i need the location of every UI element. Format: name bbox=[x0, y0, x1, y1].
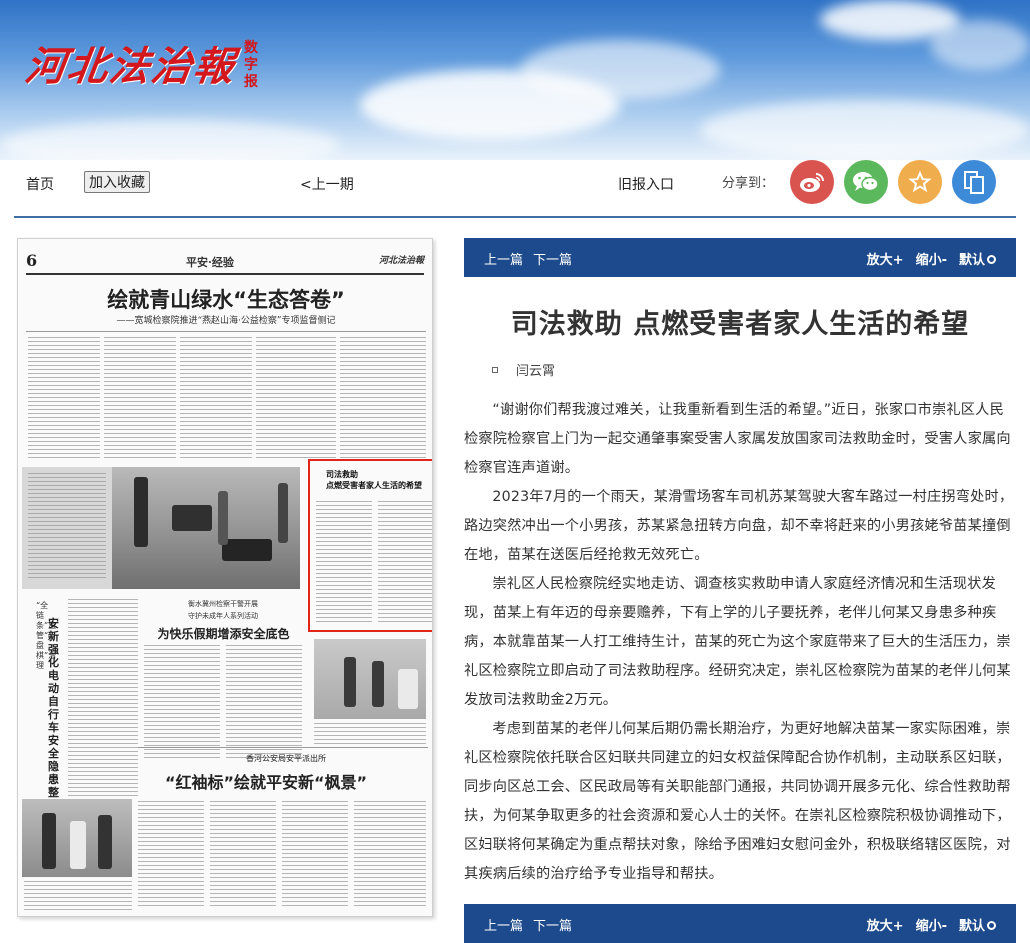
paper-text-column bbox=[24, 881, 132, 911]
paper-text-column bbox=[226, 645, 302, 761]
photo-figure bbox=[98, 815, 112, 869]
paper-photo bbox=[22, 467, 300, 589]
wechat-icon bbox=[853, 172, 879, 192]
paper-bottom-title[interactable]: “红袖标”绘就平安新“枫景” bbox=[58, 769, 432, 793]
paper-photo-2 bbox=[314, 639, 426, 719]
paper-bottom-small: 香河公安局安平派出所 bbox=[246, 754, 326, 763]
paper-text-column bbox=[256, 337, 336, 459]
paper-text-column bbox=[180, 337, 252, 459]
prev-issue-link[interactable]: <上一期 bbox=[300, 174, 354, 194]
copy-icon bbox=[964, 171, 984, 194]
photo-figure bbox=[218, 491, 228, 545]
share-favorite-button[interactable] bbox=[898, 160, 942, 204]
paper-text-column bbox=[340, 337, 426, 459]
share-copy-button[interactable] bbox=[952, 160, 996, 204]
reset-circle-icon bbox=[987, 921, 996, 930]
highlight-title: 司法救助 点燃受害者家人生活的希望 bbox=[326, 469, 422, 490]
default-size-button[interactable]: 默认 bbox=[959, 915, 996, 934]
next-article-link[interactable]: 下一篇 bbox=[533, 915, 572, 934]
logo-subtext: 数字报 bbox=[244, 40, 258, 90]
paper-divider bbox=[138, 747, 428, 748]
star-icon bbox=[908, 170, 932, 193]
photo-caption-box bbox=[22, 467, 112, 589]
paper-mid-small: 衡水冀州检察干警开展 bbox=[188, 600, 258, 608]
photo-figure bbox=[222, 539, 272, 561]
paper-text-column bbox=[138, 801, 204, 909]
weibo-icon bbox=[800, 173, 824, 192]
prev-article-link[interactable]: 上一篇 bbox=[484, 915, 523, 934]
paper-text-column bbox=[282, 801, 348, 909]
author-icon bbox=[492, 366, 498, 373]
paper-text-column bbox=[104, 337, 176, 459]
cloud-decoration bbox=[520, 40, 720, 100]
paper-headline[interactable]: 绘就青山绿水“生态答卷” bbox=[18, 284, 432, 314]
paper-text-column bbox=[210, 801, 276, 909]
paper-text-column bbox=[144, 645, 220, 761]
article-toolbar-bottom: 上一篇 下一篇 放大+ 缩小- 默认 bbox=[464, 904, 1016, 943]
article-paragraph: 2023年7月的一个雨天，某滑雪场客车司机苏某驾驶大客车路过一村庄拐弯处时，路边… bbox=[464, 489, 1014, 563]
photo-figure bbox=[344, 657, 356, 707]
paper-text-column bbox=[316, 501, 372, 625]
next-article-link[interactable]: 下一篇 bbox=[533, 249, 572, 268]
paper-text-column bbox=[28, 337, 100, 459]
newspaper-page-thumbnail[interactable]: 6 平安·经验 河北法治報 绘就青山绿水“生态答卷” ——宽城检察院推进“燕赵山… bbox=[17, 238, 433, 917]
reset-circle-icon bbox=[987, 255, 996, 264]
photo-figure bbox=[42, 813, 56, 869]
paper-text-column bbox=[354, 801, 426, 909]
paper-header: 6 平安·经验 河北法治報 bbox=[26, 249, 424, 275]
share-label: 分享到： bbox=[722, 176, 775, 191]
share-weibo-button[interactable] bbox=[790, 160, 834, 204]
archive-link[interactable]: 旧报入口 bbox=[618, 174, 674, 194]
photo-figure bbox=[134, 477, 148, 547]
site-logo[interactable]: 河北法治報 数字报 bbox=[22, 34, 262, 92]
masthead-banner: 河北法治報 数字报 bbox=[0, 0, 1030, 160]
prev-article-link[interactable]: 上一篇 bbox=[484, 249, 523, 268]
cloud-decoration bbox=[0, 120, 340, 160]
paper-subheadline: ——宽城检察院推进“燕赵山海·公益检察”专项监督侧记 bbox=[116, 316, 336, 326]
article-title: 司法救助 点燃受害者家人生活的希望 bbox=[510, 309, 970, 340]
nav-divider bbox=[14, 216, 1016, 218]
article-paragraph: “谢谢你们帮我渡过难关，让我重新看到生活的希望。”近日，张家口市崇礼区人民检察院… bbox=[464, 402, 1011, 476]
paper-section: 平安·经验 bbox=[186, 256, 234, 269]
share-wechat-button[interactable] bbox=[844, 160, 888, 204]
article-author: 闫云霄 bbox=[492, 360, 555, 379]
logo-text: 河北法治報 bbox=[22, 43, 239, 90]
home-link[interactable]: 首页 bbox=[26, 174, 54, 194]
paper-photo-3 bbox=[22, 799, 132, 877]
cloud-decoration bbox=[930, 20, 1030, 70]
author-name: 闫云霄 bbox=[516, 364, 556, 379]
add-favorite-button[interactable]: 加入收藏 bbox=[84, 171, 150, 193]
article-toolbar-top: 上一篇 下一篇 放大+ 缩小- 默认 bbox=[464, 238, 1016, 277]
paper-mid-title[interactable]: 为快乐假期增添安全底色 bbox=[136, 625, 311, 642]
default-size-button[interactable]: 默认 bbox=[959, 249, 996, 268]
paper-text-column bbox=[314, 723, 426, 747]
paper-mid-small-2: 守护未成年人系列活动 bbox=[188, 612, 258, 620]
zoom-in-button[interactable]: 放大+ bbox=[867, 249, 904, 268]
photo-figure bbox=[278, 483, 288, 543]
photo-figure bbox=[398, 669, 418, 709]
paper-divider bbox=[26, 331, 426, 332]
top-nav: 首页 加入收藏 <上一期 旧报入口 分享到： bbox=[0, 160, 1030, 218]
zoom-in-button[interactable]: 放大+ bbox=[867, 915, 904, 934]
article-paragraph: 考虑到苗某的老伴儿何某后期仍需长期治疗，为更好地解决苗某一家实际困难，崇礼区检察… bbox=[464, 721, 1011, 882]
article-paragraph: 崇礼区人民检察院经实地走访、调查核实救助申请人家庭经济情况和生活现状发现，苗某上… bbox=[464, 576, 1011, 708]
zoom-out-button[interactable]: 缩小- bbox=[916, 249, 947, 268]
cloud-decoration bbox=[700, 100, 1030, 160]
photo-figure bbox=[372, 661, 384, 707]
paper-text-column bbox=[28, 473, 106, 581]
paper-mini-logo: 河北法治報 bbox=[378, 256, 424, 266]
zoom-out-button[interactable]: 缩小- bbox=[916, 915, 947, 934]
paper-vertical-subtitle: “全链条”监管“一盘棋”治理 bbox=[36, 601, 57, 670]
photo-figure bbox=[70, 821, 86, 869]
paper-page-number: 6 bbox=[26, 251, 38, 270]
paper-text-column bbox=[378, 501, 432, 625]
current-article-region[interactable]: 司法救助 点燃受害者家人生活的希望 bbox=[308, 459, 432, 632]
photo-figure bbox=[172, 505, 212, 531]
